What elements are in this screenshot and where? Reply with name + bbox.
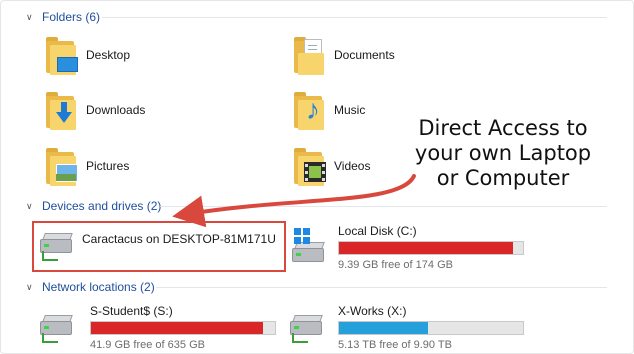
drive-info-x-works: X-Works (X:) 5.13 TB free of 9.90 TB	[338, 304, 524, 351]
highlight-box	[32, 221, 286, 272]
free-space-text: 9.39 GB free of 174 GB	[338, 259, 453, 271]
windows-drive-icon	[290, 226, 326, 262]
folder-item-documents[interactable]: Documents	[292, 35, 395, 75]
section-header-network[interactable]: ∨ Network locations (2)	[26, 279, 155, 295]
pictures-folder-icon	[44, 146, 78, 186]
callout-line: your own Laptop	[414, 141, 592, 165]
callout-text: Direct Access to your own Laptop or Comp…	[398, 116, 608, 191]
drive-info-s-student: S-Student$ (S:) 41.9 GB free of 635 GB	[90, 304, 276, 351]
desktop-folder-icon	[44, 35, 78, 75]
folder-label: Documents	[334, 48, 395, 62]
downloads-folder-icon	[44, 90, 78, 130]
divider	[160, 206, 607, 207]
drive-item-local-disk[interactable]	[290, 226, 326, 262]
free-space-text: 41.9 GB free of 635 GB	[90, 339, 205, 351]
chevron-down-icon: ∨	[26, 200, 33, 211]
folder-item-pictures[interactable]: Pictures	[44, 146, 129, 186]
drive-label: X-Works (X:)	[338, 304, 407, 318]
drive-label: Local Disk (C:)	[338, 224, 417, 238]
usage-bar	[90, 321, 276, 335]
section-title-folders: Folders (6)	[42, 10, 101, 24]
divider	[156, 287, 607, 288]
divider	[102, 17, 607, 18]
drive-item-x-works[interactable]	[288, 309, 324, 343]
usage-bar	[338, 241, 524, 255]
network-drive-icon	[38, 309, 74, 343]
folder-label: Music	[334, 103, 366, 117]
section-title-network: Network locations (2)	[42, 280, 155, 294]
chevron-down-icon: ∨	[26, 11, 33, 22]
usage-bar-fill	[339, 242, 514, 254]
folder-item-music[interactable]: ♪ Music	[292, 90, 365, 130]
free-space-text: 5.13 TB free of 9.90 TB	[338, 339, 452, 351]
folder-item-downloads[interactable]: Downloads	[44, 90, 145, 130]
chevron-down-icon: ∨	[26, 281, 33, 292]
drive-label: S-Student$ (S:)	[90, 304, 173, 318]
section-title-devices: Devices and drives (2)	[42, 199, 162, 213]
usage-bar-fill	[339, 322, 428, 334]
documents-folder-icon	[292, 35, 326, 75]
videos-folder-icon	[292, 146, 326, 186]
folder-label: Downloads	[86, 103, 146, 117]
folder-item-videos[interactable]: Videos	[292, 146, 370, 186]
folder-item-desktop[interactable]: Desktop	[44, 35, 130, 75]
drive-item-s-student[interactable]	[38, 309, 74, 343]
usage-bar-fill	[91, 322, 263, 334]
music-folder-icon: ♪	[292, 90, 326, 130]
callout-line: or Computer	[436, 166, 570, 190]
drive-info-local-disk: Local Disk (C:) 9.39 GB free of 174 GB	[338, 224, 524, 271]
network-drive-icon	[288, 309, 324, 343]
folder-label: Desktop	[86, 48, 131, 62]
callout-line: Direct Access to	[418, 116, 588, 140]
folder-label: Pictures	[86, 159, 130, 173]
section-header-devices[interactable]: ∨ Devices and drives (2)	[26, 198, 161, 214]
folder-label: Videos	[334, 159, 371, 173]
usage-bar	[338, 321, 524, 335]
